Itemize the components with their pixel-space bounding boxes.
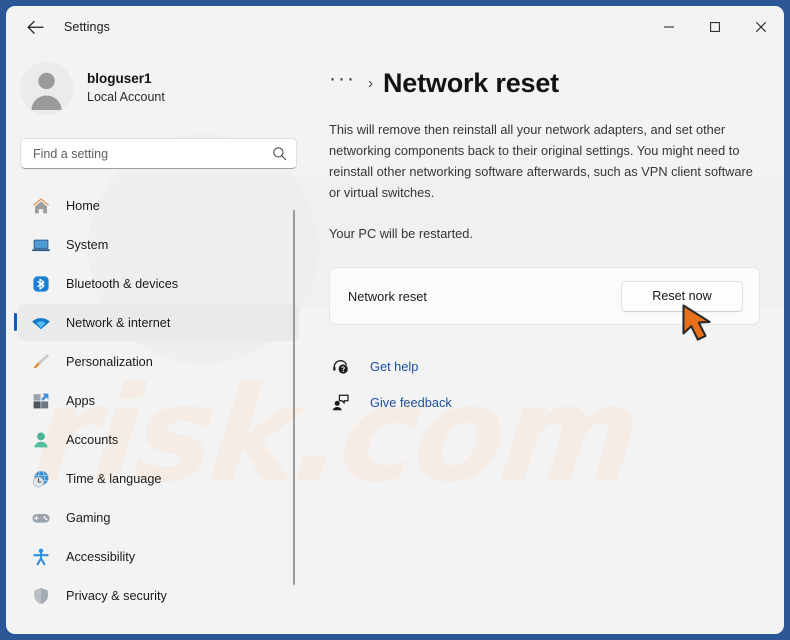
window-controls <box>646 6 784 48</box>
sidebar-item-privacy-security[interactable]: Privacy & security <box>18 577 299 614</box>
breadcrumb-overflow-button[interactable]: ··· <box>329 68 356 93</box>
sidebar-item-label: Apps <box>66 393 95 408</box>
sidebar-item-system[interactable]: System <box>18 226 299 263</box>
network-reset-card-label: Network reset <box>348 288 427 304</box>
sidebar-item-label: Network & internet <box>66 315 171 330</box>
annotation-frame: risk.com Settings bloguser1 Local Accoun… <box>0 0 790 640</box>
feedback-person-icon <box>329 391 351 413</box>
search-input[interactable] <box>33 146 272 161</box>
sidebar-item-label: Accounts <box>66 432 119 447</box>
give-feedback-label: Give feedback <box>370 394 452 410</box>
sidebar-item-label: Time & language <box>66 471 162 486</box>
sidebar-item-apps[interactable]: Apps <box>18 382 299 419</box>
help-headset-icon <box>329 355 351 377</box>
sidebar-item-label: Personalization <box>66 354 153 369</box>
chevron-right-icon: › <box>367 74 373 92</box>
sidebar-item-accessibility[interactable]: Accessibility <box>18 538 299 575</box>
search-icon[interactable] <box>272 146 287 161</box>
get-help-link[interactable]: Get help <box>329 351 418 381</box>
sidebar-item-accounts[interactable]: Accounts <box>18 421 299 458</box>
help-links: Get help Give feedback <box>329 351 760 417</box>
sidebar-item-label: Privacy & security <box>66 588 167 603</box>
sidebar-item-network-internet[interactable]: Network & internet <box>14 304 299 341</box>
wifi-icon <box>30 312 52 334</box>
bluetooth-icon <box>30 273 52 295</box>
shield-icon <box>30 585 52 607</box>
back-arrow-icon <box>27 20 44 34</box>
close-icon <box>755 21 767 33</box>
sidebar-scrollbar[interactable] <box>293 210 295 585</box>
sidebar-item-gaming[interactable]: Gaming <box>18 499 299 536</box>
reset-now-button[interactable]: Reset now <box>621 280 743 312</box>
minimize-button[interactable] <box>646 6 692 48</box>
sidebar-nav-list: Home System Bluetooth & devices Network … <box>6 187 311 614</box>
sidebar-item-time-language[interactable]: Time & language <box>18 460 299 497</box>
sidebar-item-personalization[interactable]: Personalization <box>18 343 299 380</box>
apps-blocks-icon <box>30 390 52 412</box>
settings-window: risk.com Settings bloguser1 Local Accoun… <box>6 6 784 634</box>
sidebar-item-label: Gaming <box>66 510 111 525</box>
sidebar-item-label: System <box>66 237 109 252</box>
main-content: ··· › Network reset This will remove the… <box>311 48 784 634</box>
get-help-label: Get help <box>370 358 419 374</box>
account-type: Local Account <box>87 89 165 104</box>
accessibility-person-icon <box>30 546 52 568</box>
network-reset-card: Network reset Reset now <box>329 267 760 326</box>
body-area: bloguser1 Local Account Find a setting H… <box>6 48 784 634</box>
gamepad-icon <box>30 507 52 529</box>
restart-note: Your PC will be restarted. <box>329 226 473 242</box>
account-name: bloguser1 <box>87 70 152 86</box>
clock-globe-icon <box>30 468 52 490</box>
give-feedback-link[interactable]: Give feedback <box>329 387 452 417</box>
sidebar-item-home[interactable]: Home <box>18 187 299 224</box>
account-text: bloguser1 Local Account <box>87 71 165 106</box>
page-description: This will remove then reinstall all your… <box>329 122 753 200</box>
back-button[interactable] <box>18 12 52 42</box>
sidebar-item-bluetooth[interactable]: Bluetooth & devices <box>18 265 299 302</box>
account-block[interactable]: bloguser1 Local Account <box>6 52 311 118</box>
maximize-button[interactable] <box>692 6 738 48</box>
titlebar: Settings <box>6 6 784 48</box>
minimize-icon <box>664 26 674 28</box>
home-icon <box>30 195 52 217</box>
sidebar-item-label: Accessibility <box>66 549 136 564</box>
page-title: Network reset <box>382 67 559 98</box>
sidebar: bloguser1 Local Account Find a setting H… <box>6 48 311 634</box>
search-box[interactable] <box>20 138 297 169</box>
titlebar-title: Settings <box>64 20 110 34</box>
system-laptop-icon <box>30 234 52 256</box>
sidebar-item-label: Bluetooth & devices <box>66 276 179 291</box>
sidebar-item-label: Home <box>66 198 100 213</box>
close-button[interactable] <box>738 6 784 48</box>
maximize-icon <box>710 22 720 32</box>
accounts-person-icon <box>30 429 52 451</box>
person-avatar-icon <box>31 72 62 110</box>
avatar <box>20 61 73 115</box>
breadcrumb: ··· › Network reset <box>329 60 760 106</box>
paintbrush-icon <box>30 351 52 373</box>
